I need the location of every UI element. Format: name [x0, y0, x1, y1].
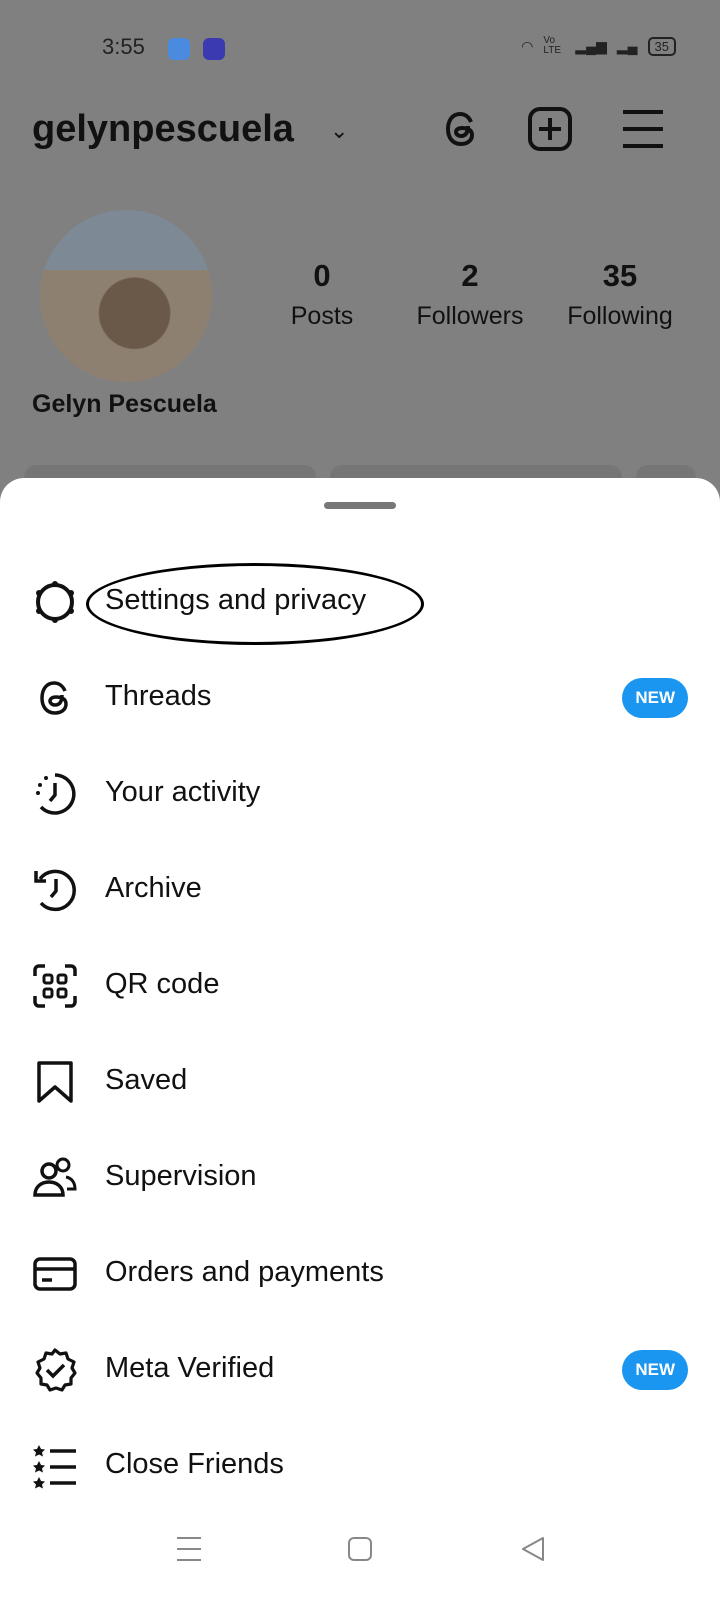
close-friends-icon — [33, 1445, 76, 1489]
stat-value: 35 — [602, 258, 638, 293]
recent-apps-icon[interactable] — [176, 1535, 202, 1563]
signal-icon-2: ▂▄ — [616, 37, 638, 54]
menu-item-meta-verified[interactable]: Meta Verified NEW — [0, 1322, 720, 1418]
new-badge: NEW — [622, 1350, 688, 1390]
card-icon — [33, 1257, 77, 1291]
menu-item-label: Archive — [105, 872, 202, 904]
menu-item-your-activity[interactable]: Your activity — [0, 746, 720, 842]
signal-icon: ▂▄▆ — [575, 37, 607, 54]
archive-icon — [34, 869, 76, 912]
stat-label: Posts — [290, 302, 354, 330]
qr-code-icon — [33, 964, 77, 1008]
followers-stat[interactable]: 2 Followers — [400, 258, 540, 331]
lazada-notification-icon — [203, 38, 225, 60]
battery-icon: 35 — [647, 36, 676, 56]
menu-item-label: Close Friends — [105, 1448, 284, 1480]
menu-item-label: Supervision — [105, 1160, 257, 1192]
avatar[interactable] — [40, 210, 212, 382]
menu-item-label: Orders and payments — [105, 1256, 384, 1288]
menu-item-label: Saved — [105, 1064, 188, 1096]
profile-header: gelynpescuela ⌄ — [32, 104, 688, 160]
username[interactable]: gelynpescuela — [32, 108, 294, 151]
full-name: Gelyn Pescuela — [32, 390, 217, 418]
status-bar: 3:55 ◠ Vo LTE ▂▄▆ ▂▄ 35 — [0, 30, 720, 66]
posts-stat[interactable]: 0 Posts — [252, 258, 392, 331]
menu-sheet: Settings and privacy Threads NEW Your ac… — [0, 478, 720, 1600]
chevron-down-icon[interactable]: ⌄ — [330, 118, 348, 144]
menu-item-supervision[interactable]: Supervision — [0, 1130, 720, 1226]
drag-handle[interactable] — [324, 502, 396, 509]
menu-item-label: Threads — [105, 680, 212, 712]
bookmark-icon — [37, 1061, 73, 1103]
system-navigation-bar — [0, 1535, 720, 1575]
menu-item-close-friends[interactable]: Close Friends — [0, 1418, 720, 1514]
status-time: 3:55 — [102, 34, 145, 59]
following-stat[interactable]: 35 Following — [550, 258, 690, 331]
stat-value: 2 — [461, 258, 479, 293]
gear-icon — [36, 581, 74, 623]
new-badge: NEW — [622, 678, 688, 718]
verified-icon — [35, 1348, 77, 1392]
activity-icon — [36, 773, 76, 815]
volte-label: Vo LTE — [543, 35, 561, 56]
menu-item-saved[interactable]: Saved — [0, 1034, 720, 1130]
menu-item-label: Settings and privacy — [105, 584, 367, 616]
stat-label: Following — [567, 302, 673, 330]
home-icon[interactable] — [347, 1535, 373, 1563]
menu-item-label: QR code — [105, 968, 220, 1000]
menu-icon[interactable] — [620, 106, 666, 152]
threads-icon[interactable] — [440, 106, 486, 152]
menu-item-settings-and-privacy[interactable]: Settings and privacy — [0, 554, 720, 650]
stat-label: Followers — [416, 302, 524, 330]
threads-icon — [40, 681, 68, 715]
new-post-icon[interactable] — [527, 106, 573, 152]
menu-item-label: Meta Verified — [105, 1352, 275, 1384]
wifi-icon: ◠ — [521, 37, 534, 54]
stat-value: 0 — [313, 258, 331, 293]
menu-item-archive[interactable]: Archive — [0, 842, 720, 938]
menu-item-qr-code[interactable]: QR code — [0, 938, 720, 1034]
supervision-icon — [33, 1157, 77, 1197]
back-icon[interactable] — [520, 1535, 546, 1563]
menu-item-orders-and-payments[interactable]: Orders and payments — [0, 1226, 720, 1322]
menu-item-label: Your activity — [105, 776, 261, 808]
menu-item-threads[interactable]: Threads NEW — [0, 650, 720, 746]
app-notification-icon — [168, 38, 190, 60]
